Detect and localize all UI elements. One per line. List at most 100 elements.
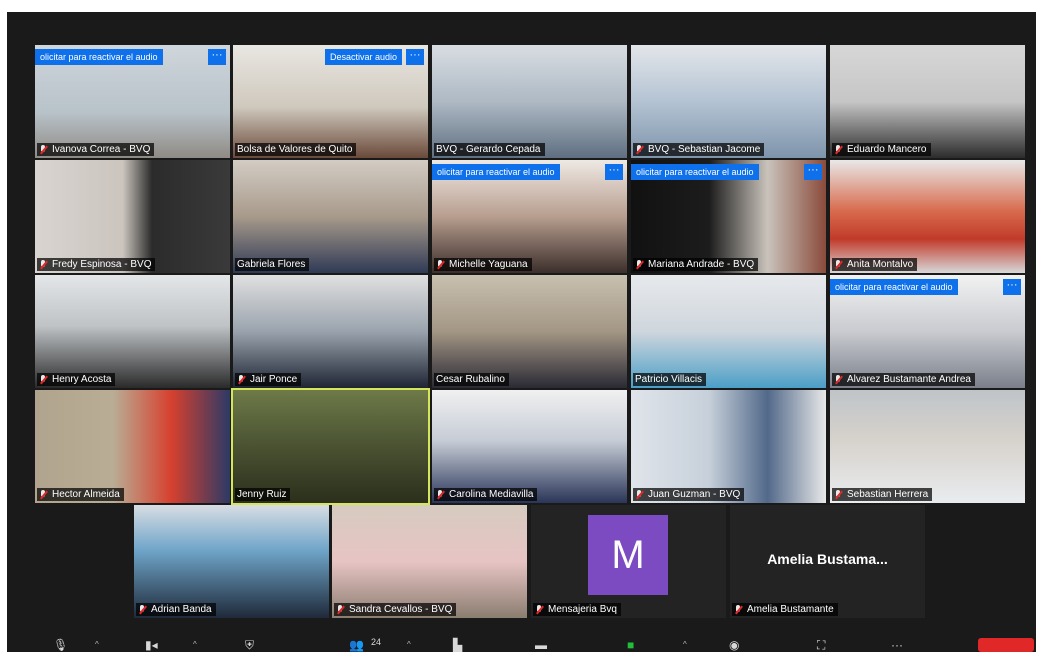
participant-tile[interactable]: Carolina Mediavilla <box>432 390 627 503</box>
participant-name: Henry Acosta <box>37 373 116 386</box>
muted-mic-icon <box>834 144 843 155</box>
video-feed <box>830 45 1025 158</box>
more-options-button[interactable]: ··· <box>1003 279 1021 295</box>
participants-icon[interactable]: 👥 <box>349 638 364 652</box>
request-unmute-button[interactable]: olicitar para reactivar el audio <box>631 164 759 180</box>
participant-name-text: Sebastian Herrera <box>847 489 929 500</box>
participant-tile[interactable]: Gabriela Flores <box>233 160 428 273</box>
muted-mic-icon <box>436 489 445 500</box>
participant-name: Jenny Ruiz <box>235 488 291 501</box>
muted-mic-icon <box>436 259 445 270</box>
participant-name-text: Alvarez Bustamante Andrea <box>847 374 971 385</box>
more-options-button[interactable]: ··· <box>406 49 424 65</box>
participant-tile[interactable]: Sebastian Herrera <box>830 390 1025 503</box>
participant-name-text: Cesar Rubalino <box>436 374 505 385</box>
participant-tile-active-speaker[interactable]: Jenny Ruiz <box>231 388 430 505</box>
participant-tile[interactable]: M Mensajeria Bvq <box>531 505 726 618</box>
video-feed <box>233 390 428 503</box>
participant-name: Michelle Yaguana <box>434 258 532 271</box>
request-unmute-button[interactable]: olicitar para reactivar el audio <box>830 279 958 295</box>
request-unmute-button[interactable]: olicitar para reactivar el audio <box>432 164 560 180</box>
participants-count: 24 <box>371 637 382 647</box>
participant-name: Anita Montalvo <box>832 258 918 271</box>
participant-name: Jair Ponce <box>235 373 302 386</box>
participant-name: Gabriela Flores <box>235 258 310 271</box>
display-name-placeholder: Amelia Bustama... <box>767 551 888 567</box>
zoom-gallery-view: olicitar para reactivar el audio ··· Iva… <box>7 12 1036 652</box>
muted-mic-icon <box>734 604 743 615</box>
muted-mic-icon <box>237 374 246 385</box>
avatar: M <box>588 515 668 595</box>
more-icon[interactable]: ··· <box>891 638 903 652</box>
participant-tile[interactable]: olicitar para reactivar el audio ··· Alv… <box>830 275 1025 388</box>
participant-name: Mariana Andrade - BVQ <box>633 258 759 271</box>
participant-tile[interactable]: Cesar Rubalino <box>432 275 627 388</box>
participant-tile[interactable]: Adrian Banda <box>134 505 329 618</box>
participant-tile[interactable]: BVQ - Sebastian Jacome <box>631 45 826 158</box>
chat-icon[interactable]: ▬ <box>535 638 547 652</box>
video-feed <box>233 160 428 273</box>
polls-icon[interactable]: ▙ <box>453 638 462 652</box>
participant-name-text: Anita Montalvo <box>847 259 914 270</box>
participant-tile[interactable]: Juan Guzman - BVQ <box>631 390 826 503</box>
video-feed <box>432 390 627 503</box>
participant-tile[interactable]: Anita Montalvo <box>830 160 1025 273</box>
muted-mic-icon <box>635 259 644 270</box>
muted-mic-icon <box>138 604 147 615</box>
share-screen-icon[interactable]: ■ <box>627 638 634 652</box>
chevron-up-icon[interactable]: ^ <box>683 640 687 649</box>
video-feed <box>432 45 627 158</box>
participant-name: Eduardo Mancero <box>832 143 931 156</box>
request-unmute-button[interactable]: olicitar para reactivar el audio <box>35 49 163 65</box>
participant-tile[interactable]: Fredy Espinosa - BVQ <box>35 160 230 273</box>
participant-name: Alvarez Bustamante Andrea <box>832 373 975 386</box>
participant-name-text: Henry Acosta <box>52 374 112 385</box>
chevron-up-icon[interactable]: ^ <box>193 640 197 649</box>
participant-name: Sandra Cevallos - BVQ <box>334 603 457 616</box>
more-options-button[interactable]: ··· <box>208 49 226 65</box>
muted-mic-icon <box>39 259 48 270</box>
participant-name-text: BVQ - Sebastian Jacome <box>648 144 761 155</box>
participant-tile[interactable]: BVQ - Gerardo Cepada <box>432 45 627 158</box>
security-icon[interactable]: ⛨ <box>245 638 254 652</box>
video-feed <box>631 275 826 388</box>
participant-tile[interactable]: Eduardo Mancero <box>830 45 1025 158</box>
meeting-toolbar: 🎙 ^ ▮◂ ^ ⛨ 👥 24 ^ ▙ ▬ ■ ^ ◉ ⛶ ··· <box>7 636 1036 652</box>
chevron-up-icon[interactable]: ^ <box>95 640 99 649</box>
breakout-icon[interactable]: ⛶ <box>817 638 825 652</box>
end-meeting-button[interactable] <box>978 638 1034 652</box>
muted-mic-icon <box>535 604 544 615</box>
participant-name: Adrian Banda <box>136 603 216 616</box>
muted-mic-icon <box>39 144 48 155</box>
participant-tile[interactable]: olicitar para reactivar el audio ··· Mic… <box>432 160 627 273</box>
record-icon[interactable]: ◉ <box>729 638 739 652</box>
participant-tile[interactable]: Patricio Villacis <box>631 275 826 388</box>
more-options-button[interactable]: ··· <box>605 164 623 180</box>
mute-icon[interactable]: 🎙 <box>53 638 68 652</box>
video-icon[interactable]: ▮◂ <box>145 638 158 652</box>
participant-name: Patricio Villacis <box>633 373 707 386</box>
more-options-button[interactable]: ··· <box>804 164 822 180</box>
video-feed <box>35 275 230 388</box>
participant-name-text: Sandra Cevallos - BVQ <box>349 604 453 615</box>
participant-tile[interactable]: Sandra Cevallos - BVQ <box>332 505 527 618</box>
participant-name: Amelia Bustamante <box>732 603 838 616</box>
video-feed <box>631 45 826 158</box>
video-feed <box>631 390 826 503</box>
participant-tile[interactable]: Amelia Bustama... Amelia Bustamante <box>730 505 925 618</box>
participant-tile[interactable]: olicitar para reactivar el audio ··· Iva… <box>35 45 230 158</box>
chevron-up-icon[interactable]: ^ <box>407 640 411 649</box>
mute-button[interactable]: Desactivar audio <box>324 49 402 65</box>
participant-tile[interactable]: Henry Acosta <box>35 275 230 388</box>
participant-tile[interactable]: Jair Ponce <box>233 275 428 388</box>
participant-name-text: Jair Ponce <box>250 374 298 385</box>
participant-name-text: Gabriela Flores <box>237 259 306 270</box>
participant-tile[interactable]: Hector Almeida <box>35 390 230 503</box>
video-feed <box>233 275 428 388</box>
participant-name-text: Juan Guzman - BVQ <box>648 489 741 500</box>
participant-name: Bolsa de Valores de Quito <box>235 143 357 156</box>
participant-tile[interactable]: Desactivar audio ··· Bolsa de Valores de… <box>233 45 428 158</box>
participant-tile[interactable]: olicitar para reactivar el audio ··· Mar… <box>631 160 826 273</box>
muted-mic-icon <box>635 489 644 500</box>
participant-name: Sebastian Herrera <box>832 488 933 501</box>
